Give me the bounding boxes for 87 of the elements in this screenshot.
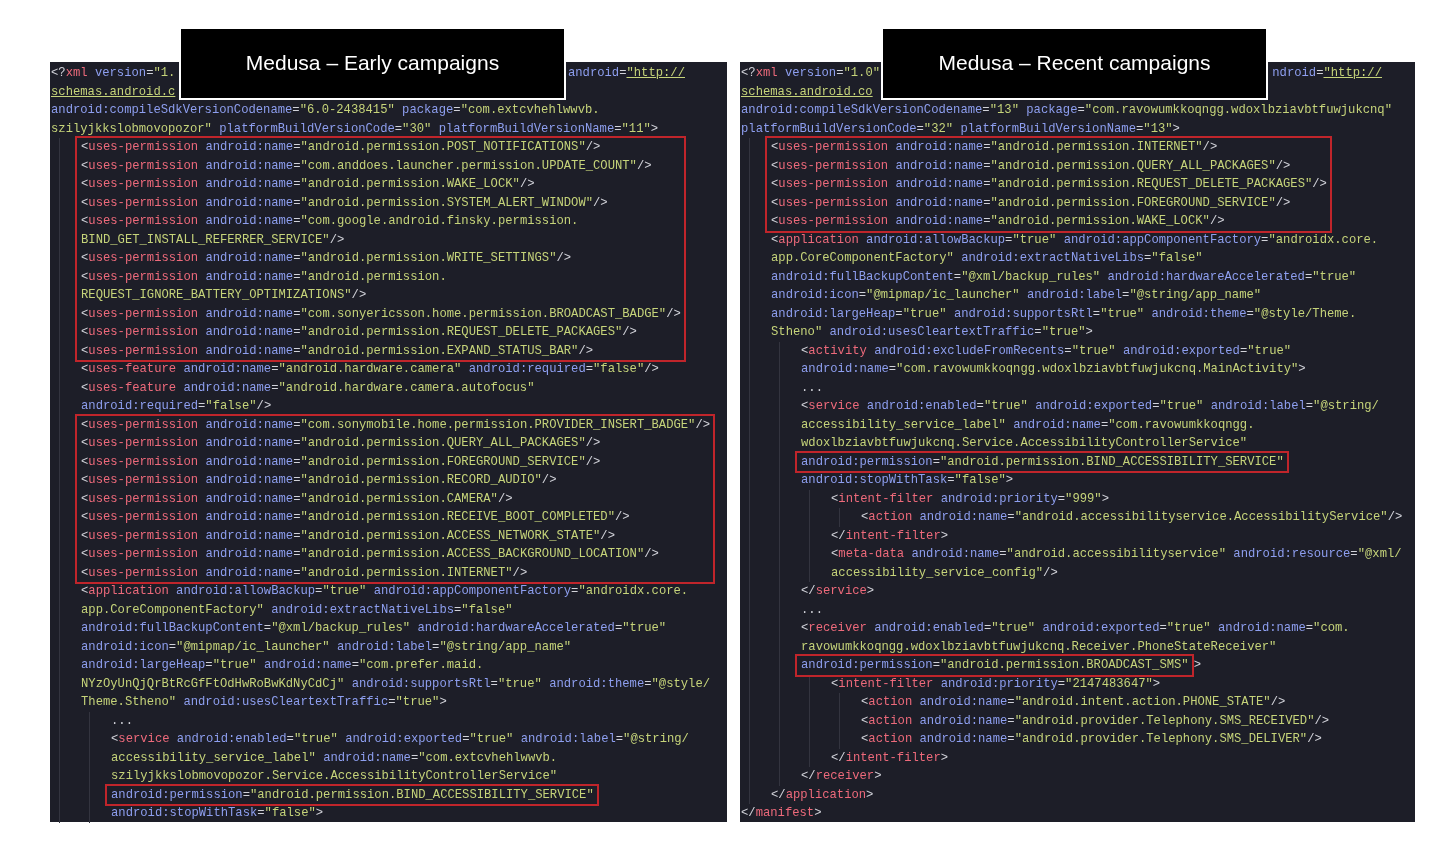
code-line: <uses-feature android:name="android.hardware.camera.autofocus" bbox=[81, 379, 536, 397]
code-line: android:permission="android.permission.BIND_ACCESSIBILITY_SERVICE" bbox=[111, 786, 594, 804]
code-line: <uses-permission android:name="com.sonyericsson.home.permission.BROADCAST_BADGE"/> bbox=[81, 305, 681, 323]
code-line: <action android:name="android.accessibilityservice.AccessibilityService"/> bbox=[861, 509, 1404, 526]
code-line: </manifest> bbox=[741, 805, 823, 822]
code-line: BIND_GET_INSTALL_REFERRER_SERVICE"/> bbox=[81, 231, 346, 249]
code-line: ravowumkkoqngg.wdoxlbziavbtfuwjukcnq.Receiver.PhoneStateReceiver" bbox=[801, 638, 1278, 656]
code-line: <uses-permission android:name="com.google.android.finsky.permission. bbox=[81, 213, 580, 230]
code-line: <uses-permission android:name="android.permission.CAMERA"/> bbox=[81, 490, 514, 508]
code-line: <uses-permission android:name="android.permission.RECORD_AUDIO"/> bbox=[81, 472, 558, 489]
code-line: android:largeHeap="true" android:supportsRtl="true" android:theme="@style/Theme. bbox=[771, 305, 1358, 323]
code-line: schemas.android.c bbox=[51, 83, 177, 101]
code-line: android:stopWithTask="false"> bbox=[111, 805, 325, 822]
code-line: <uses-permission android:name="android.permission.ACCESS_BACKGROUND_LOCATION"/> bbox=[81, 546, 660, 563]
code-line: </application> bbox=[771, 786, 875, 804]
code-line: <uses-permission android:name="android.permission.QUERY_ALL_PACKAGES"/> bbox=[771, 157, 1292, 175]
code-line: ... bbox=[111, 712, 134, 730]
code-line: <uses-permission android:name="com.anddoes.launcher.permission.UPDATE_COUNT"/> bbox=[81, 157, 653, 175]
code-line: accessibility_service_label" android:name="com.ravowumkkoqngg. bbox=[801, 416, 1256, 434]
code-line: <uses-permission android:name="android.permission.FOREGROUND_SERVICE"/> bbox=[771, 194, 1292, 212]
code-line: <uses-permission android:name="com.sonymobile.home.permission.PROVIDER_INSERT_BADGE"/> bbox=[81, 416, 711, 434]
code-line: <uses-permission android:name="android.permission.WAKE_LOCK"/> bbox=[81, 176, 536, 193]
code-line: android:fullBackupContent="@xml/backup_rules" android:hardwareAccelerated="true" bbox=[771, 268, 1358, 286]
code-line: <uses-permission android:name="android.permission.WAKE_LOCK"/> bbox=[771, 213, 1226, 230]
code-fragment: <?xml version="1. bbox=[51, 65, 176, 82]
code-line: REQUEST_IGNORE_BATTERY_OPTIMIZATIONS"/> bbox=[81, 287, 368, 304]
code-line: android:compileSdkVersionCodename="13" package="com.ravowumkkoqngg.wdoxlbziavbtfuwjukcnq" bbox=[741, 102, 1393, 119]
code-line: </receiver> bbox=[801, 768, 883, 785]
code-line: <uses-permission android:name="android.permission.ACCESS_NETWORK_STATE"/> bbox=[81, 527, 616, 545]
code-line: schemas.android.co bbox=[741, 83, 874, 101]
code-line: android:required="false"/> bbox=[81, 398, 273, 415]
code-line: app.CoreComponentFactory" android:extractNativeLibs="false" bbox=[81, 601, 514, 619]
code-line: <service android:enabled="true" android:exported="true" android:label="@string/ bbox=[111, 731, 690, 748]
code-line: </intent-filter> bbox=[831, 527, 950, 545]
code-fragment: > bbox=[1193, 657, 1201, 674]
code-line: <uses-permission android:name="android.permission.REQUEST_DELETE_PACKAGES"/> bbox=[81, 324, 638, 341]
code-line: <uses-permission android:name="android.permission.INTERNET"/> bbox=[771, 139, 1219, 156]
code-line: <action android:name="android.provider.Telephony.SMS_DELIVER"/> bbox=[861, 731, 1323, 748]
code-line: <uses-permission android:name="android.permission.RECEIVE_BOOT_COMPLETED"/> bbox=[81, 509, 631, 526]
code-line: <activity android:excludeFromRecents="true" android:exported="true" bbox=[801, 342, 1293, 360]
code-line: <uses-permission android:name="android.permission. bbox=[81, 268, 448, 286]
code-line: android:fullBackupContent="@xml/backup_rules" android:hardwareAccelerated="true" bbox=[81, 620, 668, 637]
code-line: platformBuildVersionCode="32" platformBuildVersionName="13"> bbox=[741, 120, 1181, 138]
code-line: wdoxlbziavbtfuwjukcnq.Service.AccessibilityControllerService" bbox=[801, 435, 1249, 452]
panel-title: Medusa – Recent campaigns bbox=[881, 27, 1268, 100]
code-line: NYzOyUnQjQrBtRcGfFtOdHwRoBwKdNyCdCj" android:supportsRtl="true" android:theme="@style/ bbox=[81, 675, 712, 693]
code-line: <uses-permission android:name="android.permission.REQUEST_DELETE_PACKAGES"/> bbox=[771, 176, 1327, 193]
code-line: ... bbox=[801, 379, 824, 397]
code-line: <uses-permission android:name="android.permission.SYSTEM_ALERT_WINDOW"/> bbox=[81, 194, 609, 212]
code-line: android:icon="@mipmap/ic_launcher" android:label="@string/app_name" bbox=[81, 638, 573, 656]
code-line: <meta-data android:name="android.accessibilityservice" android:resource="@xml/ bbox=[831, 546, 1403, 563]
code-fragment: ndroid="http:// bbox=[1272, 65, 1382, 82]
code-line: accessibility_service_label" android:name="com.extcvhehlwwvb. bbox=[111, 749, 559, 767]
code-line: szilyjkkslobmovopozor" platformBuildVersionCode="30" platformBuildVersionName="11"> bbox=[51, 120, 660, 138]
code-line: <application android:allowBackup="true" android:appComponentFactory="androidx.core. bbox=[771, 231, 1380, 249]
code-line: android:icon="@mipmap/ic_launcher" android:label="@string/app_name" bbox=[771, 287, 1263, 304]
code-line: <action android:name="android.provider.Telephony.SMS_RECEIVED"/> bbox=[861, 712, 1331, 730]
code-line: <uses-permission android:name="android.permission.POST_NOTIFICATIONS"/> bbox=[81, 139, 602, 156]
code-line: <uses-feature android:name="android.hardware.camera" android:required="false"/> bbox=[81, 361, 660, 378]
code-line: Theme.Stheno" android:usesCleartextTraffic="true"> bbox=[81, 694, 448, 711]
code-line: android:name="com.ravowumkkoqngg.wdoxlbziavbtfuwjukcnq.MainActivity"> bbox=[801, 361, 1307, 378]
code-line: <uses-permission android:name="android.permission.INTERNET"/> bbox=[81, 564, 529, 582]
code-line: </intent-filter> bbox=[831, 749, 950, 767]
code-line: ... bbox=[801, 601, 824, 619]
code-line: <uses-permission android:name="android.permission.EXPAND_STATUS_BAR"/> bbox=[81, 342, 595, 360]
panel-title: Medusa – Early campaigns bbox=[179, 27, 566, 100]
code-line: android:compileSdkVersionCodename="6.0-2438415" package="com.extcvhehlwwvb. bbox=[51, 102, 601, 119]
code-line: szilyjkkslobmovopozor.Service.AccessibilityControllerService" bbox=[111, 768, 559, 785]
code-line: <intent-filter android:priority="999"> bbox=[831, 490, 1110, 508]
code-line: <service android:enabled="true" android:exported="true" android:label="@string/ bbox=[801, 398, 1380, 415]
code-line: android:stopWithTask="false"> bbox=[801, 472, 1015, 489]
code-line: <uses-permission android:name="android.permission.QUERY_ALL_PACKAGES"/> bbox=[81, 435, 602, 452]
code-line: <receiver android:enabled="true" android:exported="true" android:name="com. bbox=[801, 620, 1351, 637]
code-line: accessibility_service_config"/> bbox=[831, 564, 1059, 582]
code-fragment: <?xml version="1.0" bbox=[741, 65, 881, 82]
code-line: <action android:name="android.intent.action.PHONE_STATE"/> bbox=[861, 694, 1287, 711]
code-line: <uses-permission android:name="android.permission.FOREGROUND_SERVICE"/> bbox=[81, 453, 602, 471]
code-line: Stheno" android:usesCleartextTraffic="true"> bbox=[771, 324, 1094, 341]
code-line: <application android:allowBackup="true" android:appComponentFactory="androidx.core. bbox=[81, 583, 690, 600]
code-line: <intent-filter android:priority="2147483647"> bbox=[831, 675, 1162, 693]
code-line: app.CoreComponentFactory" android:extractNativeLibs="false" bbox=[771, 250, 1204, 267]
code-line: android:largeHeap="true" android:name="com.prefer.maid. bbox=[81, 657, 485, 674]
code-line: android:permission="android.permission.BROADCAST_SMS" bbox=[801, 657, 1189, 674]
code-line: <uses-permission android:name="android.permission.WRITE_SETTINGS"/> bbox=[81, 250, 573, 267]
code-line: android:permission="android.permission.BIND_ACCESSIBILITY_SERVICE" bbox=[801, 453, 1284, 471]
code-fragment: android="http:// bbox=[567, 65, 685, 82]
code-line: </service> bbox=[801, 583, 876, 600]
